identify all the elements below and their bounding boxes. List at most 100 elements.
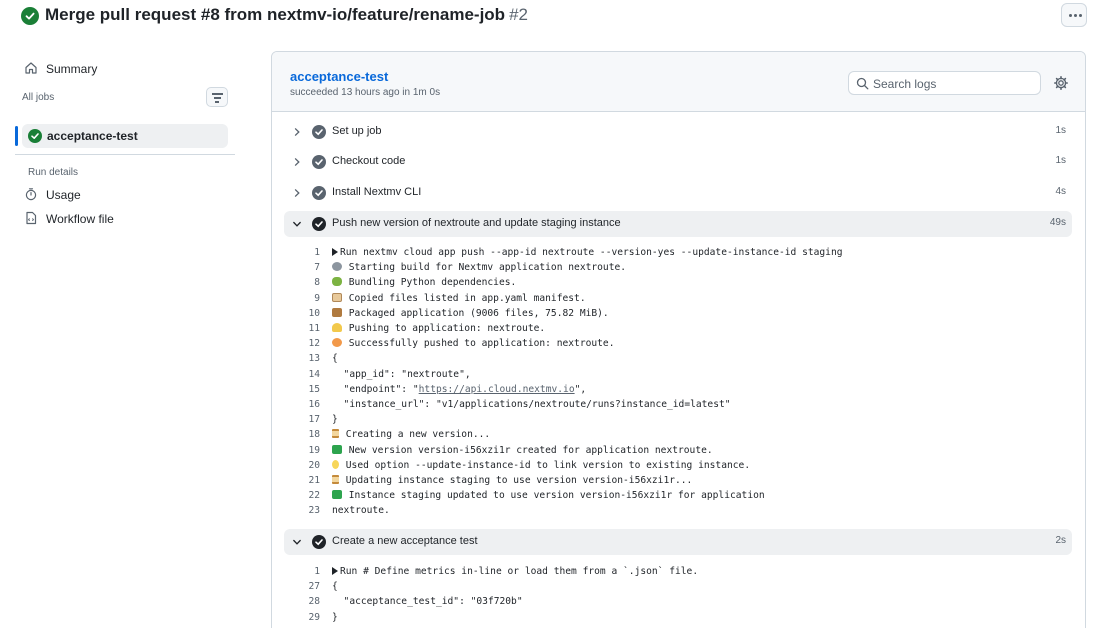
step-duration: 2s <box>1055 535 1066 546</box>
gear-icon[interactable] <box>1053 75 1069 91</box>
search-icon <box>856 77 869 90</box>
job-log-panel: acceptance-test succeeded 13 hours ago i… <box>271 51 1086 628</box>
all-jobs-heading: All jobs <box>22 92 55 103</box>
log-text: nextroute. <box>332 505 390 516</box>
log-text-content: } <box>332 414 338 426</box>
log-text: Copied files listed in app.yaml manifest… <box>332 292 586 304</box>
page-title: Merge pull request #8 from nextmv-io/fea… <box>45 5 528 25</box>
step-install-nextmv-cli[interactable]: Install Nextmv CLI 4s <box>284 180 1072 206</box>
step-success-icon <box>312 186 326 200</box>
run-number: #2 <box>509 5 528 24</box>
line-number[interactable]: 28 <box>284 596 320 607</box>
line-number[interactable]: 1 <box>284 566 320 577</box>
log-text: Instance staging updated to use version … <box>332 490 765 501</box>
sidebar-item-label: Workflow file <box>46 212 114 226</box>
success-check-icon <box>28 129 42 143</box>
log-text-content: Pushing to application: nextroute. <box>343 323 546 334</box>
line-number[interactable]: 29 <box>284 612 320 623</box>
line-number[interactable]: 15 <box>284 384 320 395</box>
chevron-right-icon <box>294 128 300 136</box>
line-number[interactable]: 12 <box>284 338 320 349</box>
sidebar-item-workflow-file[interactable]: Workflow file <box>24 208 114 230</box>
step-checkout-code[interactable]: Checkout code 1s <box>284 149 1072 175</box>
line-number[interactable]: 27 <box>284 581 320 592</box>
boom-icon <box>332 338 342 348</box>
bulb-icon <box>332 459 339 469</box>
line-number[interactable]: 21 <box>284 475 320 486</box>
line-number[interactable]: 22 <box>284 490 320 501</box>
log-text-content: Instance staging updated to use version … <box>343 490 765 502</box>
search-logs-input[interactable]: Search logs <box>848 71 1041 95</box>
log-text-content: Packaged application (9006 files, 75.82 … <box>343 307 609 319</box>
line-number[interactable]: 8 <box>284 277 320 288</box>
line-number[interactable]: 1 <box>284 247 320 258</box>
line-number[interactable]: 16 <box>284 399 320 410</box>
log-text-content: ", <box>574 383 587 395</box>
job-title-link[interactable]: acceptance-test <box>290 69 388 84</box>
success-check-icon <box>21 7 39 25</box>
filter-line-icon <box>215 101 219 103</box>
line-number[interactable]: 13 <box>284 353 320 364</box>
chevron-down-icon <box>293 221 301 227</box>
line-number[interactable]: 20 <box>284 460 320 471</box>
line-number[interactable]: 10 <box>284 308 320 319</box>
sidebar-job-acceptance-test[interactable]: acceptance-test <box>22 124 228 148</box>
stopwatch-icon <box>24 187 40 203</box>
line-number[interactable]: 19 <box>284 445 320 456</box>
hourglass-icon <box>332 429 339 439</box>
line-number[interactable]: 17 <box>284 414 320 425</box>
log-text: } <box>332 612 338 623</box>
check-icon <box>332 490 342 500</box>
step-duration: 49s <box>1049 217 1066 228</box>
log-text-content: { <box>332 581 338 593</box>
step-duration: 1s <box>1055 155 1066 166</box>
step-success-icon <box>312 125 326 139</box>
chevron-right-icon <box>294 158 300 166</box>
filter-line-icon <box>214 97 221 99</box>
log-text-content: "instance_url": "v1/applications/nextrou… <box>332 399 731 410</box>
line-number[interactable]: 14 <box>284 369 320 380</box>
line-number[interactable]: 11 <box>284 323 320 334</box>
step-success-icon <box>312 155 326 169</box>
line-number[interactable]: 9 <box>284 293 320 304</box>
run-title: Merge pull request #8 from nextmv-io/fea… <box>45 5 506 24</box>
log-text-content: Run # Define metrics in-line or load the… <box>340 566 699 577</box>
log-text: "app_id": "nextroute", <box>332 369 471 380</box>
log-text: } <box>332 414 338 425</box>
step-duration: 4s <box>1055 186 1066 197</box>
log-text-content: Used option --update-instance-id to link… <box>340 459 751 471</box>
log-text: { <box>332 581 338 592</box>
log-text-content: } <box>332 611 338 623</box>
sidebar-item-usage[interactable]: Usage <box>24 184 81 206</box>
file-code-icon <box>24 211 40 227</box>
chevron-right-icon <box>294 189 300 197</box>
filter-jobs-button[interactable] <box>206 87 228 107</box>
step-create-acceptance-test[interactable]: Create a new acceptance test 2s <box>284 529 1072 555</box>
wave-icon <box>332 323 342 332</box>
step-label: Install Nextmv CLI <box>332 186 422 198</box>
line-number[interactable]: 18 <box>284 429 320 440</box>
step-label: Set up job <box>332 125 382 137</box>
expand-triangle-icon[interactable] <box>332 567 338 575</box>
hourglass-icon <box>332 475 339 484</box>
sidebar-item-summary[interactable]: Summary <box>24 58 97 80</box>
log-text: "acceptance_test_id": "03f720b" <box>332 596 523 607</box>
run-details-heading: Run details <box>28 167 79 178</box>
more-options-button[interactable] <box>1061 3 1087 27</box>
box-icon <box>332 307 342 317</box>
log-text-content: Run nextmv cloud app push --app-id nextr… <box>340 247 843 258</box>
step-push-new-version[interactable]: Push new version of nextroute and update… <box>284 211 1072 237</box>
log-text: Updating instance staging to use version… <box>332 475 692 486</box>
log-text: Packaged application (9006 files, 75.82 … <box>332 307 609 319</box>
log-text: "instance_url": "v1/applications/nextrou… <box>332 399 731 410</box>
job-status-text: succeeded 13 hours ago in 1m 0s <box>290 87 441 98</box>
step-set-up-job[interactable]: Set up job 1s <box>284 119 1072 145</box>
log-text-content: Successfully pushed to application: next… <box>343 338 615 350</box>
expand-triangle-icon[interactable] <box>332 248 338 256</box>
line-number[interactable]: 23 <box>284 505 320 516</box>
step-label: Push new version of nextroute and update… <box>332 217 621 229</box>
line-number[interactable]: 7 <box>284 262 320 273</box>
log-url-link[interactable]: https://api.cloud.nextmv.io <box>419 384 575 395</box>
step-label: Checkout code <box>332 155 406 167</box>
log-text-content: "app_id": "nextroute", <box>332 368 471 380</box>
